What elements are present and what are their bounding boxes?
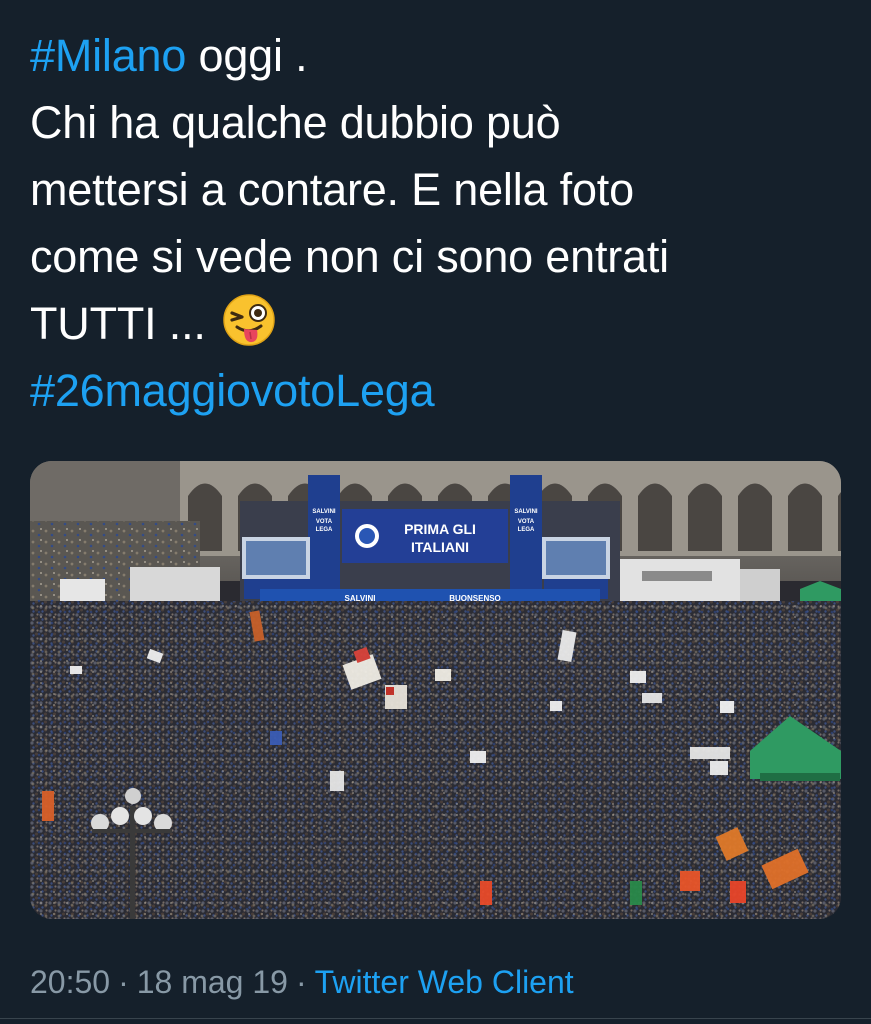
hashtag-26maggiovotolega[interactable]: #26maggiovotoLega bbox=[30, 357, 850, 424]
tweet-line-3: mettersi a contare. E nella foto bbox=[30, 164, 634, 215]
hashtag-milano[interactable]: #Milano bbox=[30, 30, 186, 81]
tower-left-text-2: VOTA bbox=[316, 519, 333, 525]
tweet-time[interactable]: 20:50 bbox=[30, 964, 110, 1000]
stage-banner-line-2: ITALIANI bbox=[411, 539, 469, 555]
stage-banner-line-1: PRIMA GLI bbox=[404, 521, 476, 537]
tower-right-text: SALVINI bbox=[514, 509, 538, 515]
tweet-text: #Milano oggi . Chi ha qualche dubbio può… bbox=[30, 22, 850, 424]
tweet-line-2: Chi ha qualche dubbio può bbox=[30, 97, 561, 148]
meta-separator-2: · bbox=[295, 964, 307, 1000]
tweet-client-link[interactable]: Twitter Web Client bbox=[315, 964, 574, 1000]
tweet: #Milano oggi . Chi ha qualche dubbio può… bbox=[0, 0, 871, 1024]
tweet-line-5-text: TUTTI ... bbox=[30, 298, 218, 349]
meta-separator-1: · bbox=[118, 964, 129, 1000]
winking-face-with-tongue-icon bbox=[222, 293, 276, 347]
tweet-line-1-text: oggi . bbox=[186, 30, 308, 81]
tower-left-text-3: LEGA bbox=[316, 527, 333, 533]
tower-right-text-2: VOTA bbox=[518, 519, 535, 525]
tweet-line-5: TUTTI ... bbox=[30, 290, 850, 357]
divider bbox=[0, 1018, 871, 1019]
tweet-photo[interactable]: SALVINI VOTA LEGA SALVINI VOTA LEGA PRIM… bbox=[30, 461, 841, 919]
tower-right-text-3: LEGA bbox=[518, 527, 535, 533]
rally-crowd-photo: SALVINI VOTA LEGA SALVINI VOTA LEGA PRIM… bbox=[30, 461, 841, 919]
tower-left-text: SALVINI bbox=[312, 509, 336, 515]
tweet-line-4: come si vede non ci sono entrati bbox=[30, 231, 669, 282]
tweet-meta: 20:50 · 18 mag 19 · Twitter Web Client bbox=[30, 962, 574, 1002]
tweet-line-1: #Milano oggi . bbox=[30, 22, 850, 89]
tweet-date[interactable]: 18 mag 19 bbox=[137, 964, 288, 1000]
